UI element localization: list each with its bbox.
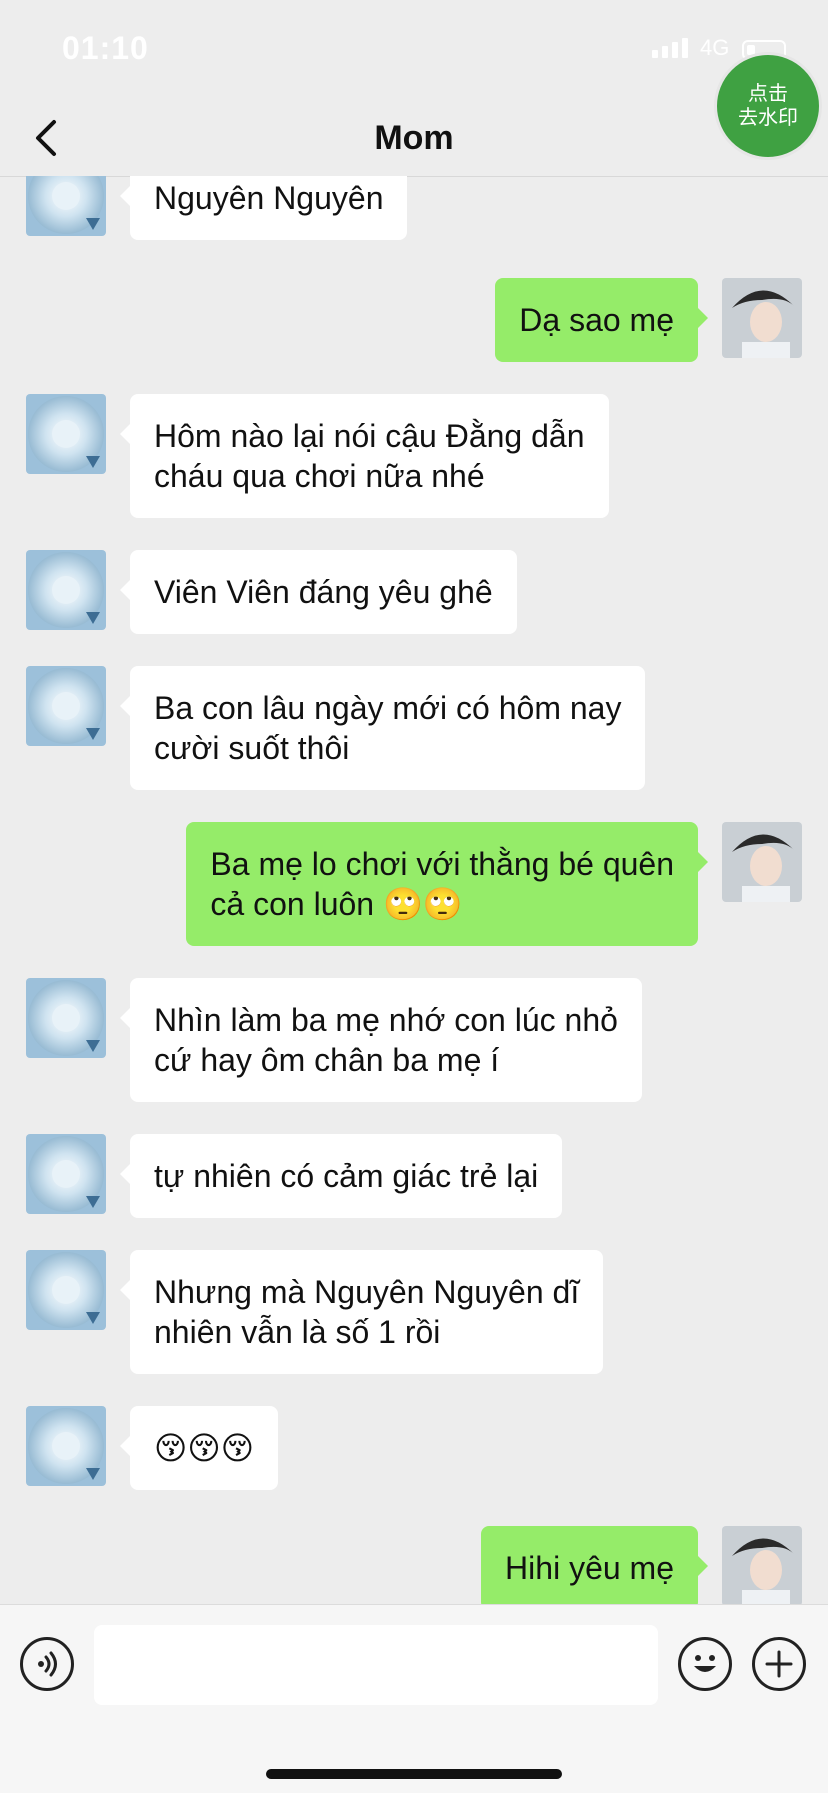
avatar-me[interactable] xyxy=(722,278,802,358)
avatar-mom[interactable] xyxy=(26,978,106,1058)
badge-line-1: 点击 xyxy=(748,83,788,105)
home-indicator xyxy=(266,1769,562,1779)
avatar-mom[interactable] xyxy=(26,1250,106,1330)
network-label: 4G xyxy=(700,35,730,60)
avatar-me[interactable] xyxy=(722,822,802,902)
plus-icon xyxy=(765,1650,793,1678)
message-bubble[interactable]: 😚😚😚 xyxy=(119,1406,279,1490)
smiley-icon xyxy=(694,1655,716,1672)
message-input[interactable] xyxy=(94,1625,658,1705)
more-options-button[interactable] xyxy=(752,1637,806,1691)
message-list[interactable]: Nguyên Nguyên Dạ sao mẹ Hôm nào lại nói … xyxy=(0,176,828,1604)
message-bubble[interactable]: Hihi yêu mẹ xyxy=(481,1526,708,1604)
message-bubble[interactable]: Nhưng mà Nguyên Nguyên dĩ nhiên vẫn là s… xyxy=(119,1250,604,1374)
message-bubble[interactable]: Ba con lâu ngày mới có hôm nay cười suốt… xyxy=(119,666,646,790)
message-bubble[interactable]: Nguyên Nguyên xyxy=(119,176,408,240)
message-bubble[interactable]: Viên Viên đáng yêu ghê xyxy=(120,550,517,634)
chat-header: Mom xyxy=(0,100,828,177)
avatar-mom[interactable] xyxy=(26,394,106,474)
message-bubble[interactable]: Ba mẹ lo chơi với thằng bé quên cả con l… xyxy=(186,822,708,946)
avatar-mom[interactable] xyxy=(26,666,106,746)
avatar-mom[interactable] xyxy=(26,550,106,630)
badge-line-2: 去水印 xyxy=(738,107,798,129)
message-bubble[interactable]: Dạ sao mẹ xyxy=(495,278,708,362)
avatar-mom[interactable] xyxy=(26,1406,106,1486)
remove-watermark-button[interactable]: 点击 去水印 xyxy=(714,52,822,160)
input-bar xyxy=(0,1604,828,1793)
avatar-mom[interactable] xyxy=(26,176,106,236)
avatar-me[interactable] xyxy=(722,1526,802,1604)
message-bubble[interactable]: Nhìn làm ba mẹ nhớ con lúc nhỏ cứ hay ôm… xyxy=(120,978,642,1102)
chat-title: Mom xyxy=(374,119,454,157)
message-bubble[interactable]: tự nhiên có cảm giác trẻ lại xyxy=(119,1134,563,1218)
status-bar: 01:10 4G xyxy=(0,0,828,100)
message-bubble[interactable]: Hôm nào lại nói cậu Đằng dẫn cháu qua ch… xyxy=(120,394,609,518)
voice-icon xyxy=(38,1651,57,1677)
emoji-button[interactable] xyxy=(678,1637,732,1691)
avatar-mom[interactable] xyxy=(26,1134,106,1214)
voice-button[interactable] xyxy=(20,1637,74,1691)
status-time: 01:10 xyxy=(62,30,149,66)
signal-icon: 4G xyxy=(652,35,730,60)
